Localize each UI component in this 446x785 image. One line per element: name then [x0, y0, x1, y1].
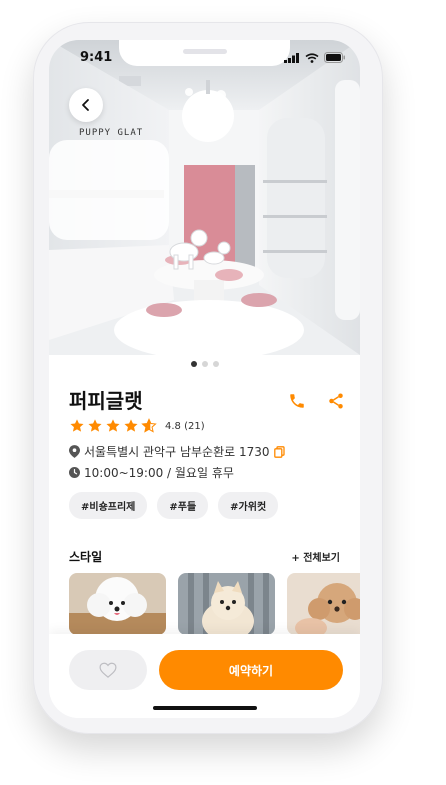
favorite-button[interactable]	[69, 650, 147, 690]
back-button[interactable]	[69, 88, 103, 122]
share-icon	[329, 393, 343, 409]
tag-chip[interactable]: #가위컷	[218, 492, 279, 519]
tag-list: #비숑프리제 #푸들 #가위컷	[69, 492, 279, 519]
location-pin-icon	[69, 445, 80, 458]
dog-photo	[287, 573, 360, 635]
star-icon	[88, 419, 102, 432]
status-icons	[284, 52, 346, 63]
heart-icon	[99, 662, 117, 678]
rating-row: 4.8 (21)	[69, 418, 205, 434]
home-indicator	[153, 706, 257, 710]
status-bar: 9:41	[49, 40, 360, 78]
signal-icon	[284, 52, 299, 63]
clock-icon	[69, 467, 80, 478]
star-icon	[70, 419, 84, 432]
phone-icon	[290, 394, 304, 408]
bottom-action-bar: 예약하기	[49, 634, 360, 718]
salon-interior-image	[49, 40, 360, 355]
see-all-link[interactable]: + 전체보기	[291, 549, 340, 564]
chevron-left-icon	[82, 99, 89, 111]
shop-name: 퍼피글랫	[69, 389, 143, 413]
dog-photo	[178, 573, 275, 635]
share-button[interactable]	[325, 390, 347, 412]
address-row: 서울특별시 관악구 남부순환로 1730	[69, 443, 285, 460]
star-icon	[124, 419, 138, 432]
speaker	[183, 49, 227, 54]
wifi-icon	[305, 52, 319, 63]
star-icon	[106, 419, 120, 432]
book-button[interactable]: 예약하기	[159, 650, 343, 690]
style-thumbnail[interactable]	[287, 573, 360, 635]
styles-gallery	[69, 573, 360, 635]
call-button[interactable]	[286, 390, 308, 412]
hours-row: 10:00~19:00 / 월요일 휴무	[69, 464, 234, 481]
photo-pagination	[49, 361, 360, 367]
half-star-icon	[141, 418, 157, 433]
hero-photo[interactable]: PUPPY GLAT	[49, 40, 360, 355]
tag-chip[interactable]: #비숑프리제	[69, 492, 148, 519]
copy-icon[interactable]	[273, 445, 285, 458]
hours-text: 10:00~19:00 / 월요일 휴무	[84, 466, 234, 480]
dog-photo	[69, 573, 166, 635]
pagination-dot[interactable]	[201, 361, 208, 367]
styles-section-title: 스타일	[69, 550, 103, 564]
tag-chip[interactable]: #푸들	[157, 492, 209, 519]
battery-icon	[324, 52, 345, 63]
app-screen: PUPPY GLAT 9:41 퍼피글랫 4.8 (21) 서울특별시 관악구 …	[49, 40, 360, 718]
notch	[119, 40, 290, 66]
style-thumbnail[interactable]	[178, 573, 275, 635]
pagination-dot[interactable]	[190, 361, 197, 367]
pagination-dot[interactable]	[212, 361, 219, 367]
style-thumbnail[interactable]	[69, 573, 166, 635]
rating-value: 4.8 (21)	[165, 420, 205, 432]
address-text: 서울특별시 관악구 남부순환로 1730	[84, 445, 270, 459]
brand-sign-text: PUPPY GLAT	[79, 128, 144, 138]
status-time: 9:41	[80, 50, 113, 65]
